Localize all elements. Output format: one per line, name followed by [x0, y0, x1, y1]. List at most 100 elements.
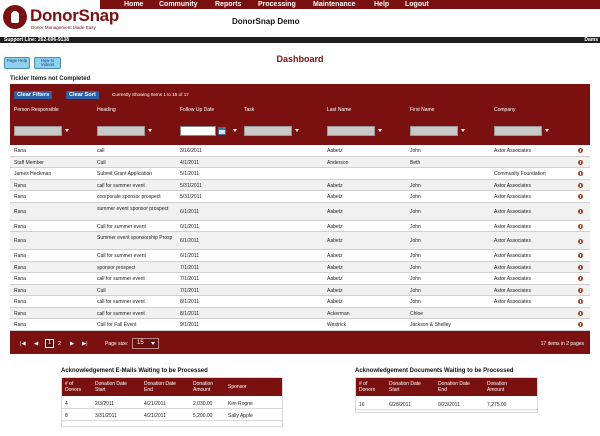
- table-row[interactable]: Rana Call for summer event 6/1/2011 Aabetz J…: [10, 250, 590, 262]
- cell-follow-up-date: 4/1/2011: [180, 159, 200, 166]
- filter-dropdown-icon[interactable]: [65, 129, 69, 132]
- table-row[interactable]: 16 6/28/2011 9/23/2011 7,275.00: [356, 399, 537, 410]
- info-icon[interactable]: [578, 287, 583, 293]
- info-icon[interactable]: [578, 223, 583, 229]
- info-icon[interactable]: [578, 159, 583, 165]
- info-icon[interactable]: [578, 171, 583, 177]
- nav-reports[interactable]: Reports: [215, 1, 241, 8]
- table-row[interactable]: Rana summer event sponsor prospect 6/1/201…: [10, 202, 590, 221]
- nav-community[interactable]: Community: [159, 1, 198, 8]
- filter-dropdown-icon[interactable]: [461, 129, 465, 132]
- cell-heading: sponsor prospect: [97, 264, 136, 271]
- cell-amount: 7,275.00: [487, 402, 507, 408]
- info-icon[interactable]: [578, 299, 583, 305]
- cell-follow-up-date: 3/16/2011: [180, 148, 202, 154]
- info-icon[interactable]: [578, 253, 583, 259]
- current-page[interactable]: 1: [45, 339, 54, 348]
- cell-person: Rana: [14, 299, 26, 305]
- col-company[interactable]: Company: [494, 107, 515, 113]
- col-person-responsible[interactable]: Person Responsible: [14, 107, 74, 113]
- ack-docs-header: # of Donors Donation Date Start Donation…: [356, 378, 537, 396]
- info-icon[interactable]: [578, 209, 583, 214]
- cell-follow-up-date: 5/1/2011: [180, 171, 200, 177]
- cell-heading: Call for summer event: [97, 223, 146, 230]
- nav-maintenance[interactable]: Maintenance: [313, 1, 355, 8]
- filter-dropdown-icon[interactable]: [233, 129, 237, 132]
- table-row[interactable]: Staff Member Call 4/1/2011 Anderson Beth: [10, 156, 590, 168]
- filter-dropdown-icon[interactable]: [545, 129, 549, 132]
- cell-person: Rana: [14, 310, 26, 317]
- col-heading[interactable]: Heading: [97, 107, 116, 113]
- donorsnap-logo[interactable]: DonorSnap Donor Management Made Easy: [3, 5, 123, 33]
- nav-help[interactable]: Help: [374, 1, 389, 8]
- first-page-button[interactable]: |◀: [20, 341, 26, 347]
- calendar-icon[interactable]: [218, 127, 226, 135]
- chevron-down-icon[interactable]: [151, 342, 155, 345]
- cell-last-name: Aabetz: [327, 194, 343, 200]
- filter-dropdown-icon[interactable]: [148, 129, 152, 132]
- logo-icon: [3, 5, 27, 29]
- cell-follow-up-date: 6/1/2011: [180, 253, 200, 259]
- cell-heading: Submit Grant Application: [97, 171, 153, 177]
- cell-last-name: Aabetz: [327, 208, 343, 215]
- nav-home[interactable]: Home: [124, 1, 143, 8]
- info-icon[interactable]: [578, 148, 583, 154]
- table-row[interactable]: 4 2/3/2011 4/21/2011 2,030.00 Kim Rogne: [62, 398, 282, 409]
- col-last-name[interactable]: Last Name: [327, 107, 357, 113]
- last-page-button[interactable]: ▶|: [82, 341, 88, 347]
- col-follow-up-date[interactable]: Follow Up Date: [180, 107, 216, 113]
- col-task[interactable]: Task: [244, 107, 254, 113]
- table-row[interactable]: Rana call 3/16/2011 Aabetz John Astor Associa…: [10, 145, 590, 157]
- table-row[interactable]: Rana Summer event sponsorship Prosp 6/1/20…: [10, 232, 590, 250]
- cell-heading: Call: [97, 287, 106, 294]
- table-row[interactable]: Rana Call for Fall Event 9/1/2011 Westrick J…: [10, 319, 590, 331]
- cell-first-name: John: [410, 223, 421, 230]
- info-icon[interactable]: [578, 310, 583, 316]
- filter-dropdown-icon[interactable]: [378, 129, 382, 132]
- ack-docs-col-start: Donation Date Start: [389, 381, 421, 393]
- cell-heading: Call for Fall Event: [97, 322, 137, 328]
- table-row[interactable]: Rana call for summer event 8/1/2011 Ackerma…: [10, 307, 590, 319]
- info-icon[interactable]: [578, 194, 583, 200]
- table-row[interactable]: Rana coorporate sponsor prospect 5/31/2011…: [10, 191, 590, 203]
- table-row[interactable]: 8 3/31/2011 4/21/2011 5,200.00 Sally App…: [62, 410, 282, 421]
- page-2-link[interactable]: 2: [58, 341, 61, 347]
- cell-person: Rana: [14, 238, 26, 244]
- page-size-label: Page size:: [105, 341, 129, 347]
- page-help-button[interactable]: Page Help: [4, 57, 30, 69]
- cell-person: Rana: [14, 253, 26, 259]
- nav-logout[interactable]: Logout: [405, 1, 429, 8]
- cell-donors: 4: [65, 401, 68, 407]
- col-first-name[interactable]: First Name: [410, 107, 440, 113]
- info-icon[interactable]: [578, 276, 583, 282]
- cell-heading: coorporate sponsor prospect: [97, 194, 161, 200]
- ack-emails-title: Acknowledgement E-Mails Waiting to be Pr…: [61, 368, 208, 374]
- cell-company: Community Foundation: [494, 171, 546, 177]
- cell-last-name: Ackerman: [327, 310, 350, 317]
- filter-dropdown-icon[interactable]: [295, 129, 299, 132]
- how-to-videos-button[interactable]: How to Videos: [34, 57, 61, 69]
- clear-filters-button[interactable]: Clear Filters: [14, 91, 53, 99]
- info-icon[interactable]: [578, 322, 583, 328]
- table-row[interactable]: Rana call for summer event 8/1/2011 Aabetz J…: [10, 296, 590, 308]
- table-row[interactable]: James Heckman Submit Grant Application 5/1…: [10, 168, 590, 180]
- table-row[interactable]: Rana Call for summer event 6/1/2011 Aabetz J…: [10, 220, 590, 232]
- cell-company: Astor Associates: [494, 148, 531, 154]
- cell-follow-up-date: 8/1/2011: [180, 299, 200, 305]
- info-icon[interactable]: [578, 264, 583, 270]
- table-row[interactable]: Rana call for summer event 5/31/2011 Aabetz…: [10, 179, 590, 191]
- prev-page-button[interactable]: ◀: [34, 341, 38, 347]
- table-row[interactable]: Rana Call 7/1/2011 Aabetz John Astor Associat…: [10, 284, 590, 296]
- table-row[interactable]: Rana call for summer event 7/1/2011 Aabetz J…: [10, 273, 590, 285]
- cell-heading: Summer event sponsorship Prosp: [97, 235, 173, 241]
- ack-docs-title: Acknowledgement Documents Waiting to be …: [355, 368, 514, 374]
- nav-processing[interactable]: Processing: [258, 1, 296, 8]
- cell-person: Rana: [14, 194, 26, 200]
- info-icon[interactable]: [578, 238, 583, 244]
- info-icon[interactable]: [578, 182, 583, 188]
- next-page-button[interactable]: ▶: [70, 341, 74, 347]
- clear-sort-button[interactable]: Clear Sort: [66, 91, 99, 99]
- cell-first-name: Beth: [410, 159, 421, 166]
- cell-company: Astor Associates: [494, 287, 531, 294]
- table-row[interactable]: Rana sponsor prospect 7/1/2011 Aabetz John As…: [10, 261, 590, 273]
